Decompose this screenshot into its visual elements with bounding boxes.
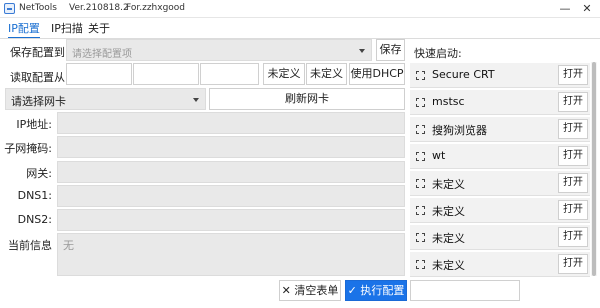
expand-icon bbox=[416, 179, 425, 188]
quick-launch-item: 搜狗浏览器 打开 bbox=[410, 117, 590, 142]
save-config-placeholder: 请选择配置项 bbox=[72, 49, 132, 60]
quick-launch-item: mstsc 打开 bbox=[410, 90, 590, 115]
expand-icon bbox=[416, 233, 425, 242]
app-name: NetTools bbox=[19, 3, 57, 13]
use-dhcp-button[interactable]: 使用DHCP bbox=[349, 63, 405, 85]
save-config-label: 保存配置到: bbox=[10, 46, 69, 59]
undefined-button-2[interactable]: 未定义 bbox=[306, 63, 347, 85]
open-button[interactable]: 打开 bbox=[558, 200, 588, 220]
quick-launch-name: 未定义 bbox=[432, 205, 465, 218]
dns1-label: DNS1: bbox=[17, 189, 52, 202]
expand-icon bbox=[416, 260, 425, 269]
minimize-button[interactable]: — bbox=[554, 0, 576, 18]
check-icon: ✓ bbox=[347, 284, 357, 297]
quick-launch-name: 搜狗浏览器 bbox=[432, 124, 487, 137]
current-info-label: 当前信息 bbox=[8, 239, 52, 252]
expand-icon bbox=[416, 71, 425, 80]
dns2-label: DNS2: bbox=[17, 213, 52, 226]
app-author: For.zzhxgood bbox=[126, 3, 186, 13]
run-config-button[interactable]: ✓ 执行配置 bbox=[345, 280, 407, 301]
quick-launch-name: 未定义 bbox=[432, 232, 465, 245]
mask-input[interactable] bbox=[57, 136, 405, 158]
quick-launch-name: 未定义 bbox=[432, 178, 465, 191]
gateway-label: 网关: bbox=[26, 167, 52, 180]
read-config-slot-3[interactable] bbox=[200, 63, 259, 85]
quick-launch-name: wt bbox=[432, 149, 446, 162]
open-button[interactable]: 打开 bbox=[558, 146, 588, 166]
adapter-dropdown[interactable]: 请选择网卡 bbox=[5, 88, 206, 110]
open-button[interactable]: 打开 bbox=[558, 173, 588, 193]
open-button[interactable]: 打开 bbox=[558, 254, 588, 274]
quick-launch-item: Secure CRT 打开 bbox=[410, 63, 590, 88]
ip-label: IP地址: bbox=[16, 118, 52, 131]
chevron-down-icon bbox=[359, 49, 365, 53]
expand-icon bbox=[416, 152, 425, 161]
quick-launch-item: 未定义 打开 bbox=[410, 198, 590, 223]
close-button[interactable]: ✕ bbox=[576, 0, 598, 18]
clear-form-label: 清空表单 bbox=[294, 284, 339, 297]
quick-launch-item: 未定义 打开 bbox=[410, 252, 590, 277]
app-version: Ver.210818.2 bbox=[69, 3, 129, 13]
refresh-adapter-button[interactable]: 刷新网卡 bbox=[209, 88, 405, 110]
ip-input[interactable] bbox=[57, 112, 405, 134]
quick-launch-title: 快速启动: bbox=[414, 47, 462, 60]
open-button[interactable]: 打开 bbox=[558, 119, 588, 139]
expand-icon bbox=[416, 98, 425, 107]
quick-launch-name: 未定义 bbox=[432, 259, 465, 272]
app-icon bbox=[4, 3, 15, 14]
quick-launch-name: mstsc bbox=[432, 95, 465, 108]
tab-ip-scan[interactable]: IP扫描 bbox=[51, 21, 83, 39]
expand-icon bbox=[416, 206, 425, 215]
adapter-placeholder: 请选择网卡 bbox=[11, 95, 66, 108]
read-config-slot-2[interactable] bbox=[133, 63, 199, 85]
mask-label: 子网掩码: bbox=[4, 142, 52, 155]
quick-launch-item: 未定义 打开 bbox=[410, 171, 590, 196]
quick-launch-item: wt 打开 bbox=[410, 144, 590, 169]
close-icon: ✕ bbox=[281, 284, 291, 297]
current-info-value: 无 bbox=[63, 239, 74, 252]
status-field bbox=[410, 280, 520, 301]
run-config-label: 执行配置 bbox=[360, 284, 405, 297]
dns1-input[interactable] bbox=[57, 185, 405, 207]
chevron-down-icon bbox=[193, 98, 199, 102]
expand-icon bbox=[416, 125, 425, 134]
gateway-input[interactable] bbox=[57, 161, 405, 183]
clear-form-button[interactable]: ✕ 清空表单 bbox=[279, 280, 341, 301]
save-config-dropdown[interactable]: 请选择配置项 bbox=[66, 39, 372, 61]
open-button[interactable]: 打开 bbox=[558, 227, 588, 247]
read-config-label: 读取配置从: bbox=[10, 71, 69, 84]
open-button[interactable]: 打开 bbox=[558, 92, 588, 112]
tab-about[interactable]: 关于 bbox=[88, 21, 110, 39]
save-button[interactable]: 保存 bbox=[376, 39, 405, 61]
quick-launch-scrollbar-thumb[interactable] bbox=[592, 62, 596, 276]
read-config-slot-1[interactable] bbox=[66, 63, 132, 85]
undefined-button-1[interactable]: 未定义 bbox=[263, 63, 305, 85]
current-info-box: 无 bbox=[57, 233, 405, 276]
tab-ip-config[interactable]: IP配置 bbox=[8, 21, 40, 39]
open-button[interactable]: 打开 bbox=[558, 65, 588, 85]
quick-launch-name: Secure CRT bbox=[432, 68, 495, 81]
dns2-input[interactable] bbox=[57, 209, 405, 231]
quick-launch-item: 未定义 打开 bbox=[410, 225, 590, 250]
